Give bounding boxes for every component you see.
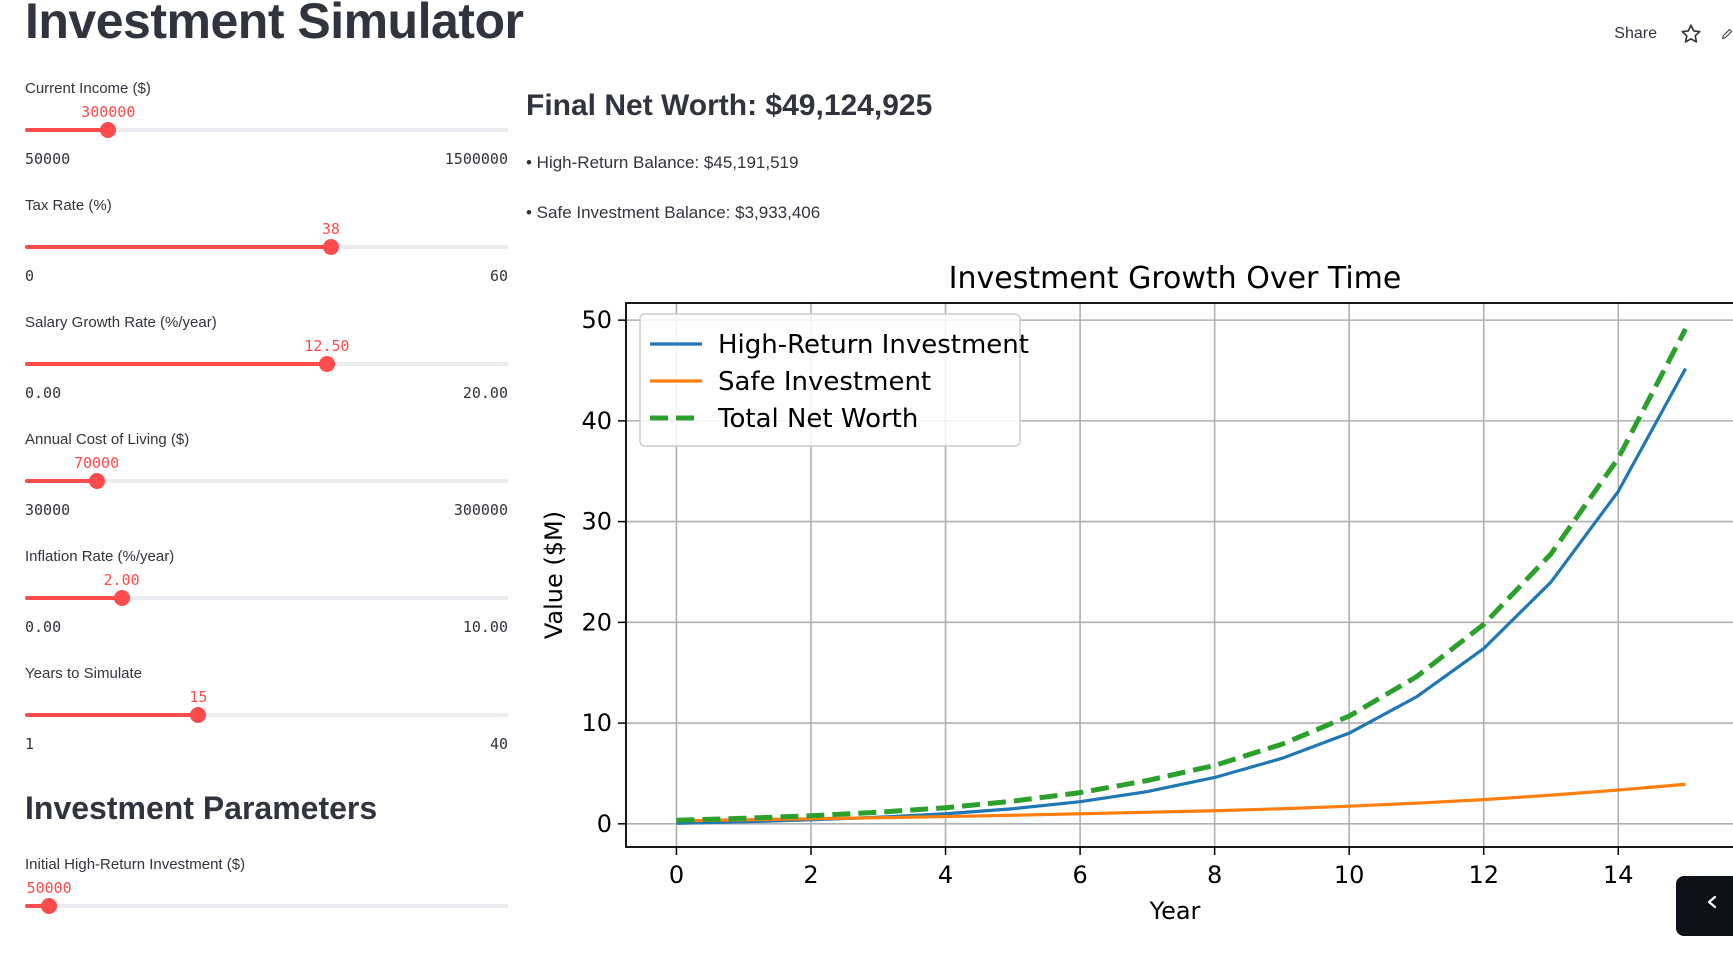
share-button[interactable]: Share: [1614, 25, 1657, 43]
slider-max: 20.00: [462, 384, 508, 402]
x-tick-label: 4: [938, 861, 953, 889]
slider-fill: [25, 596, 122, 600]
star-icon[interactable]: [1679, 22, 1703, 46]
slider-track[interactable]: [25, 356, 508, 372]
investment-growth-chart: 0 2 4 6 8 10 12 14 0 10 20 30 40 50 Investment Growth …: [540, 261, 1733, 921]
collapse-button[interactable]: [1676, 876, 1733, 936]
y-axis-label: Value ($M): [540, 511, 568, 639]
slider-tax-rate[interactable]: Tax Rate (%) 38 0 60: [25, 197, 508, 307]
x-tick-label: 2: [803, 861, 818, 889]
high-return-balance: • High-Return Balance: $45,191,519: [526, 153, 799, 172]
y-tick-label: 30: [581, 508, 612, 536]
slider-annual-cost-of-living[interactable]: Annual Cost of Living ($) 70000 30000 30000…: [25, 431, 508, 541]
slider-label: Salary Growth Rate (%/year): [25, 314, 217, 331]
slider-fill: [25, 245, 331, 249]
slider-min: 30000: [25, 501, 71, 519]
slider-max: 300000: [453, 501, 508, 519]
y-tick-label: 0: [597, 810, 612, 838]
slider-thumb[interactable]: [322, 239, 339, 255]
slider-label: Years to Simulate: [25, 665, 143, 682]
y-tick-label: 50: [581, 306, 612, 334]
slider-thumb[interactable]: [100, 122, 117, 138]
slider-label: Tax Rate (%): [25, 197, 112, 214]
slider-max: 1500000: [444, 150, 508, 168]
slider-track[interactable]: [25, 239, 508, 255]
slider-track[interactable]: [25, 473, 508, 489]
x-tick-label: 10: [1334, 861, 1365, 889]
y-tick-label: 40: [581, 407, 612, 435]
slider-value: 12.50: [304, 337, 350, 355]
slider-current-income[interactable]: Current Income ($) 300000 50000 1500000: [25, 80, 508, 190]
slider-label: Current Income ($): [25, 80, 151, 97]
x-tick-label: 12: [1468, 861, 1499, 889]
legend-label: Safe Investment: [718, 367, 931, 397]
slider-value: 300000: [81, 103, 136, 121]
legend-label: Total Net Worth: [717, 404, 918, 434]
slider-thumb[interactable]: [41, 898, 58, 914]
slider-min: 50000: [25, 150, 71, 168]
slider-thumb[interactable]: [88, 473, 105, 489]
slider-fill: [25, 713, 199, 717]
x-axis-label: Year: [1149, 897, 1201, 921]
chart-title: Investment Growth Over Time: [949, 261, 1402, 296]
x-tick-label: 6: [1072, 861, 1087, 889]
legend-label: High-Return Investment: [718, 330, 1029, 360]
slider-track[interactable]: [25, 590, 508, 606]
page-title: Investment Simulator: [25, 0, 524, 49]
slider-track[interactable]: [25, 898, 508, 914]
slider-max: 60: [489, 267, 508, 285]
slider-track[interactable]: [25, 122, 508, 138]
slider-min: 0.00: [25, 618, 62, 636]
chevron-left-icon: [1707, 895, 1717, 909]
slider-value: 50000: [26, 879, 72, 897]
slider-inflation-rate-year[interactable]: Inflation Rate (%/year) 2.00 0.00 10.00: [25, 548, 508, 658]
slider-fill: [25, 128, 109, 132]
investment-parameters-header: Investment Parameters: [25, 790, 378, 826]
slider-thumb[interactable]: [190, 707, 207, 723]
slider-value: 38: [321, 220, 340, 238]
slider-thumb[interactable]: [318, 356, 335, 372]
slider-max: 10.00: [462, 618, 508, 636]
slider-fill: [25, 362, 327, 366]
slider-track[interactable]: [25, 707, 508, 723]
slider-label: Annual Cost of Living ($): [25, 431, 190, 448]
slider-min: 0: [25, 267, 35, 285]
slider-value: 15: [189, 688, 208, 706]
y-tick-label: 20: [581, 608, 612, 636]
pencil-icon[interactable]: [1721, 22, 1733, 46]
slider-label: Initial High-Return Investment ($): [25, 856, 246, 873]
toolbar: Share: [1614, 22, 1733, 46]
y-tick-label: 10: [581, 709, 612, 737]
initial-high-return-slider[interactable]: Initial High-Return Investment ($) 50000: [25, 856, 508, 966]
slider-years-to-simulate[interactable]: Years to Simulate 15 1 40: [25, 665, 508, 775]
slider-min: 1: [25, 735, 35, 753]
final-net-worth: Final Net Worth: $49,124,925: [526, 89, 933, 122]
slider-max: 40: [489, 735, 508, 753]
slider-value: 70000: [73, 454, 120, 472]
slider-fill: [25, 479, 97, 483]
series-line-safe-investment: [676, 782, 1686, 823]
safe-investment-balance: • Safe Investment Balance: $3,933,406: [526, 203, 821, 222]
slider-min: 0.00: [25, 384, 62, 402]
x-tick-label: 8: [1207, 861, 1222, 889]
x-tick-label: 0: [669, 861, 684, 889]
slider-value: 2.00: [103, 571, 140, 589]
x-tick-label: 14: [1603, 861, 1634, 889]
slider-salary-growth-rate-year[interactable]: Salary Growth Rate (%/year) 12.50 0.00 20.0…: [25, 314, 508, 424]
slider-label: Inflation Rate (%/year): [25, 548, 175, 565]
slider-thumb[interactable]: [113, 590, 130, 606]
